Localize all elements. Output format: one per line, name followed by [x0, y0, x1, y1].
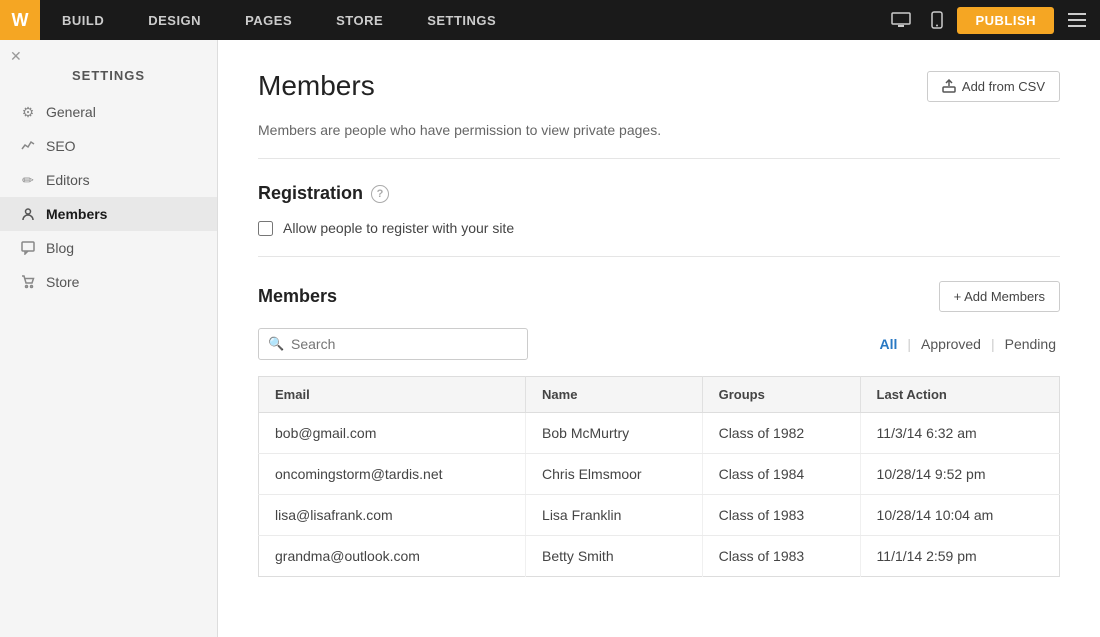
nav-item-design[interactable]: DESIGN — [126, 0, 223, 40]
add-from-csv-button[interactable]: Add from CSV — [927, 71, 1060, 102]
page-title: Members — [258, 70, 375, 102]
desktop-view-button[interactable] — [885, 8, 917, 32]
cell-last-action: 10/28/14 10:04 am — [860, 495, 1059, 536]
table-row[interactable]: lisa@lisafrank.com Lisa Franklin Class o… — [259, 495, 1060, 536]
sidebar-item-seo[interactable]: SEO — [0, 129, 217, 163]
seo-icon — [20, 138, 36, 154]
filter-tab-pending[interactable]: Pending — [1001, 334, 1060, 354]
sidebar-title: SETTINGS — [0, 50, 217, 95]
top-navigation: W BUILD DESIGN PAGES STORE SETTINGS PUBL… — [0, 0, 1100, 40]
app-logo[interactable]: W — [0, 0, 40, 40]
nav-item-pages[interactable]: PAGES — [223, 0, 314, 40]
nav-item-settings[interactable]: SETTINGS — [405, 0, 518, 40]
cell-groups: Class of 1983 — [702, 495, 860, 536]
cell-email: grandma@outlook.com — [259, 536, 526, 577]
members-section-header: Members + Add Members — [258, 281, 1060, 312]
person-icon — [20, 206, 36, 222]
table-row[interactable]: grandma@outlook.com Betty Smith Class of… — [259, 536, 1060, 577]
filter-row: 🔍 All | Approved | Pending — [258, 328, 1060, 360]
main-layout: ✕ SETTINGS ⚙ General SEO ✏ Editors Membe… — [0, 40, 1100, 637]
nav-item-build[interactable]: BUILD — [40, 0, 126, 40]
sidebar-item-blog[interactable]: Blog — [0, 231, 217, 265]
filter-sep-2: | — [991, 336, 995, 352]
sidebar-item-members[interactable]: Members — [0, 197, 217, 231]
cell-name: Bob McMurtry — [526, 413, 703, 454]
sidebar: ✕ SETTINGS ⚙ General SEO ✏ Editors Membe… — [0, 40, 218, 637]
sidebar-item-store[interactable]: Store — [0, 265, 217, 299]
members-section-title: Members — [258, 286, 337, 307]
cell-last-action: 10/28/14 9:52 pm — [860, 454, 1059, 495]
cell-email: bob@gmail.com — [259, 413, 526, 454]
registration-title: Registration ? — [258, 183, 1060, 204]
filter-sep-1: | — [907, 336, 911, 352]
table-row[interactable]: oncomingstorm@tardis.net Chris Elmsmoor … — [259, 454, 1060, 495]
allow-register-label: Allow people to register with your site — [283, 220, 514, 236]
cell-name: Chris Elmsmoor — [526, 454, 703, 495]
upload-icon — [942, 79, 956, 93]
registration-checkbox-row: Allow people to register with your site — [258, 220, 1060, 257]
add-members-button[interactable]: + Add Members — [939, 281, 1060, 312]
col-email: Email — [259, 377, 526, 413]
cell-groups: Class of 1983 — [702, 536, 860, 577]
filter-tab-all[interactable]: All — [876, 334, 902, 354]
menu-button[interactable] — [1062, 9, 1092, 31]
registration-help-icon[interactable]: ? — [371, 185, 389, 203]
pencil-icon: ✏ — [20, 172, 36, 188]
col-groups: Groups — [702, 377, 860, 413]
gear-icon: ⚙ — [20, 104, 36, 120]
sidebar-item-editors[interactable]: ✏ Editors — [0, 163, 217, 197]
cell-last-action: 11/1/14 2:59 pm — [860, 536, 1059, 577]
col-last-action: Last Action — [860, 377, 1059, 413]
members-description: Members are people who have permission t… — [258, 122, 1060, 159]
publish-button[interactable]: PUBLISH — [957, 7, 1054, 34]
mobile-view-button[interactable] — [925, 7, 949, 33]
table-header-row: Email Name Groups Last Action — [259, 377, 1060, 413]
registration-section: Registration ? Allow people to register … — [258, 183, 1060, 257]
cell-groups: Class of 1984 — [702, 454, 860, 495]
chat-icon — [20, 240, 36, 256]
search-wrapper: 🔍 — [258, 328, 528, 360]
members-table: Email Name Groups Last Action bob@gmail.… — [258, 376, 1060, 577]
cell-email: lisa@lisafrank.com — [259, 495, 526, 536]
filter-tabs: All | Approved | Pending — [876, 334, 1061, 354]
nav-items: BUILD DESIGN PAGES STORE SETTINGS — [40, 0, 885, 40]
filter-tab-approved[interactable]: Approved — [917, 334, 985, 354]
sidebar-item-general[interactable]: ⚙ General — [0, 95, 217, 129]
search-input[interactable] — [258, 328, 528, 360]
sidebar-close-button[interactable]: ✕ — [10, 48, 22, 65]
nav-item-store[interactable]: STORE — [314, 0, 405, 40]
cart-icon — [20, 274, 36, 290]
cell-groups: Class of 1982 — [702, 413, 860, 454]
table-row[interactable]: bob@gmail.com Bob McMurtry Class of 1982… — [259, 413, 1060, 454]
members-section: Members + Add Members 🔍 All | Approved |… — [258, 281, 1060, 577]
allow-register-checkbox[interactable] — [258, 221, 273, 236]
search-icon: 🔍 — [268, 336, 284, 352]
page-header: Members Add from CSV — [258, 70, 1060, 102]
cell-last-action: 11/3/14 6:32 am — [860, 413, 1059, 454]
cell-name: Lisa Franklin — [526, 495, 703, 536]
col-name: Name — [526, 377, 703, 413]
nav-right: PUBLISH — [885, 7, 1100, 34]
main-content: Members Add from CSV Members are people … — [218, 40, 1100, 637]
cell-name: Betty Smith — [526, 536, 703, 577]
cell-email: oncomingstorm@tardis.net — [259, 454, 526, 495]
